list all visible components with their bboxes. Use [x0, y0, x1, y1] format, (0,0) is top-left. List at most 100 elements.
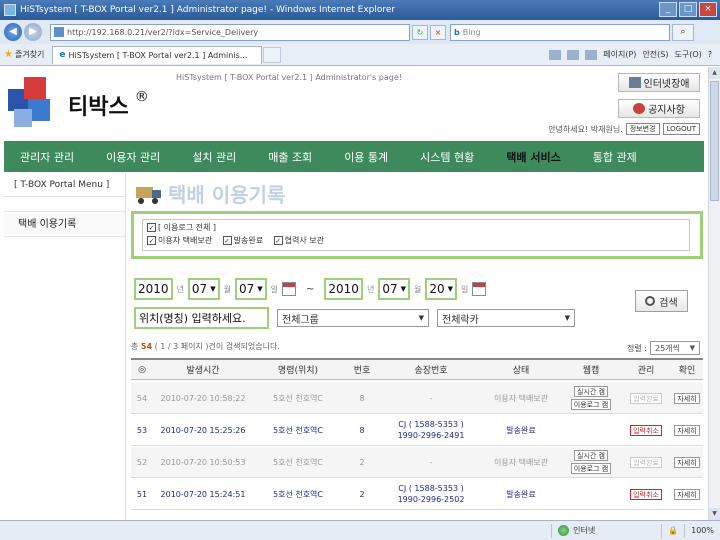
detail-button[interactable]: 자세히 [674, 392, 700, 404]
table-row: 54 2010-07-20 10:58:22 5호선 천호역C 8 - 이용자 … [131, 383, 703, 414]
star-icon: ★ [4, 49, 13, 60]
calendar-icon[interactable] [472, 282, 487, 296]
edit-info-button[interactable]: 정보변경 [625, 123, 660, 135]
detail-button[interactable]: 자세히 [674, 488, 700, 500]
scroll-thumb[interactable] [710, 81, 719, 201]
zoom-control[interactable]: 100% [684, 523, 720, 538]
maximize-button[interactable]: □ [679, 2, 697, 17]
home-icon[interactable] [549, 49, 562, 60]
nav-system[interactable]: 시스템 현황 [404, 149, 490, 165]
filter-partner-checkbox[interactable]: ✓ 협력사 보관 [273, 235, 324, 246]
window-titlebar: HiSTsystem [ T-BOX Portal ver2.1 ] Admin… [0, 0, 720, 20]
to-day-select[interactable]: 20 ▼ [425, 278, 458, 300]
safety-menu[interactable]: 안전(S) [642, 49, 668, 60]
date-range: 2010 년 07 ▼ 월 07 ▼ 일 ~ 2010 년 07 ▼ 월 20 ▼ 일 [134, 278, 487, 300]
tab-favicon-icon: e [59, 50, 66, 60]
back-button[interactable]: ◀ [4, 23, 22, 41]
page-menu[interactable]: 페이지(P) [603, 49, 636, 60]
truck-icon [136, 185, 162, 204]
brand-name: 티박스 ® [68, 89, 149, 120]
detail-button[interactable]: 자세히 [674, 424, 700, 436]
page-icon [54, 27, 64, 37]
globe-icon [558, 525, 570, 536]
left-menu: [ T-BOX Portal Menu ] 택배 이용기록 [4, 173, 126, 520]
monitor-icon [628, 77, 641, 88]
close-window-button[interactable]: × [699, 2, 717, 17]
content-title: 택배 이용기록 [136, 179, 285, 208]
refresh-button[interactable]: ↻ [412, 24, 428, 40]
table-row: 53 2010-07-20 15:25:26 5호선 천호역C 8 CJ ( 1… [131, 415, 703, 446]
left-menu-delivery-log[interactable]: 택배 이용기록 [4, 211, 125, 237]
tools-menu[interactable]: 도구(O) [674, 49, 701, 60]
input-cancel-button[interactable]: 입력취소 [630, 424, 662, 436]
favorites-button[interactable]: ★ 즐겨찾기 [4, 49, 44, 60]
from-day-select[interactable]: 07 ▼ [234, 278, 267, 300]
browser-search-button[interactable]: ⌕ [672, 23, 694, 41]
nav-users[interactable]: 이용자 관리 [90, 149, 176, 165]
page-size-select[interactable]: 25개씩 ▼ [650, 341, 700, 355]
location-input[interactable]: 위치(명칭) 입력하세요. [134, 307, 269, 329]
to-year-input[interactable]: 2010 [324, 278, 363, 300]
nav-delivery[interactable]: 택배 서비스 [490, 149, 576, 165]
nav-control[interactable]: 통합 관제 [577, 149, 653, 165]
new-tab-button[interactable] [263, 46, 282, 63]
browser-tab[interactable]: e HiSTsystem [ T-BOX Portal ver2.1 ] Adm… [52, 45, 263, 64]
search-row: 위치(명칭) 입력하세요. 전체그룹 ▼ 전체락카 ▼ [134, 307, 575, 329]
status-bar: 인터넷 🔒 100% [0, 520, 720, 540]
tbox-logo [8, 77, 60, 129]
table-row: 52 2010-07-20 10:50:53 5호선 천호역C 2 - 이용자 … [131, 447, 703, 478]
minimize-button[interactable]: _ [659, 2, 677, 17]
system-title: HiSTsystem [ T-BOX Portal ver2.1 ] Admin… [176, 73, 402, 82]
table-row: 51 2010-07-20 15:24:51 5호선 천호역C 2 CJ ( 1… [131, 479, 703, 510]
bing-icon: b [454, 27, 460, 37]
print-icon[interactable] [585, 49, 598, 60]
search-button[interactable]: 검색 [635, 290, 688, 312]
log-cam-button[interactable]: 이용로그 캠 [570, 399, 612, 410]
nav-admin[interactable]: 관리자 관리 [4, 149, 90, 165]
security-zone: 인터넷 [551, 523, 661, 538]
protected-mode-icon: 🔒 [661, 523, 684, 538]
browser-search-input[interactable]: b Bing [450, 23, 670, 41]
page-scrollbar[interactable]: ▲ ▼ [708, 67, 720, 520]
window-title: HiSTsystem [ T-BOX Portal ver2.1 ] Admin… [20, 5, 396, 15]
filter-sent-checkbox[interactable]: ✓ 발송완료 [222, 235, 263, 246]
main-nav: 관리자 관리 이용자 관리 설치 관리 매출 조회 이용 통계 시스템 현황 택… [4, 141, 704, 172]
result-count: 총 54 ( 1 / 3 페이지 )건이 검색되었습니다. [131, 342, 280, 351]
from-month-select[interactable]: 07 ▼ [187, 278, 220, 300]
locker-select[interactable]: 전체락카 ▼ [437, 309, 575, 327]
live-cam-button[interactable]: 실시간 캠 [574, 386, 608, 397]
ie-icon [4, 4, 16, 16]
input-cancel-button[interactable]: 입력취소 [630, 488, 662, 500]
to-month-select[interactable]: 07 ▼ [378, 278, 410, 300]
group-select[interactable]: 전체그룹 ▼ [277, 309, 429, 327]
calendar-icon[interactable] [282, 282, 297, 296]
logout-button[interactable]: LOGOUT [662, 123, 700, 135]
table-header: ◎ 발생시간 명령(위치) 번호 송장번호 상태 웹캠 관리 확인 [131, 358, 703, 380]
web-page: 티박스 ® HiSTsystem [ T-BOX Portal ver2.1 ] … [0, 67, 708, 520]
left-menu-heading: [ T-BOX Portal Menu ] [4, 173, 125, 197]
forward-button[interactable]: ▶ [24, 23, 42, 41]
scroll-up-icon[interactable]: ▲ [709, 67, 720, 79]
nav-stats[interactable]: 이용 통계 [328, 149, 404, 165]
input-complete-button: 입력완료 [630, 392, 662, 404]
notice-icon [633, 103, 646, 114]
live-cam-button[interactable]: 실시간 캠 [574, 450, 608, 461]
tab-bar: ★ 즐겨찾기 e HiSTsystem [ T-BOX Portal ver2.… [0, 44, 720, 66]
from-year-input[interactable]: 2010 [134, 278, 173, 300]
url-input[interactable]: http://192.168.0.21/ver2/?idx=Service_De… [50, 23, 410, 41]
nav-sales[interactable]: 매출 조회 [252, 149, 328, 165]
scroll-down-icon[interactable]: ▼ [709, 508, 720, 520]
stop-button[interactable]: × [430, 24, 446, 40]
notice-button[interactable]: 공지사항 [618, 99, 700, 118]
help-icon[interactable]: ? [708, 50, 712, 59]
intranet-button[interactable]: 인터넷장애 [618, 73, 700, 92]
address-bar: ◀ ▶ http://192.168.0.21/ver2/?idx=Servic… [0, 20, 720, 44]
feed-icon[interactable] [567, 49, 580, 60]
nav-install[interactable]: 설치 관리 [176, 149, 252, 165]
log-cam-button[interactable]: 이용로그 캠 [570, 463, 612, 474]
filter-all-checkbox[interactable]: ✓[ 이용로그 전체 ] [147, 222, 216, 233]
filter-user-storage-checkbox[interactable]: ✓ 이용자 택배보관 [147, 235, 212, 246]
detail-button[interactable]: 자세히 [674, 456, 700, 468]
input-complete-button: 입력완료 [630, 456, 662, 468]
user-greeting: 안녕하세요! 박재원님. 정보변경 LOGOUT [548, 123, 700, 135]
